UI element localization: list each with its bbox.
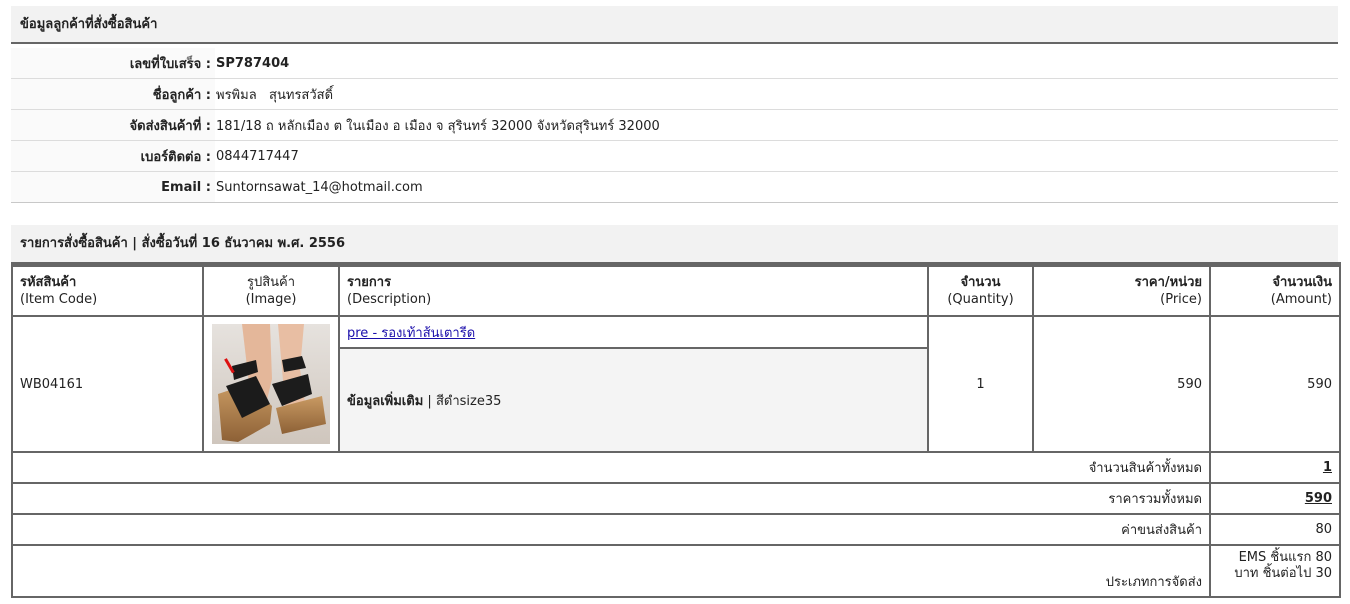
customer-name-row: ชื่อลูกค้า : พรพิมล สุนทรสวัสดิ์	[11, 78, 1338, 110]
total-price-row: ราคารวมทั้งหมด 590	[11, 482, 1341, 515]
customer-name-label: ชื่อลูกค้า :	[11, 78, 215, 110]
customer-info-table: เลขที่ใบเสร็จ : SP787404 ชื่อลูกค้า : พร…	[11, 48, 1338, 203]
shipping-type-row: ประเภทการจัดส่ง EMS ชิ้นแรก 80 บาท ชิ้นต…	[11, 544, 1341, 598]
col-quantity: จำนวน (Quantity)	[927, 263, 1034, 317]
col-amount: จำนวนเงิน (Amount)	[1209, 263, 1341, 317]
item-quantity: 1	[927, 315, 1034, 453]
item-code: WB04161	[11, 315, 204, 453]
col-price: ราคา/หน่วย (Price)	[1032, 263, 1211, 317]
total-price-label: ราคารวมทั้งหมด	[11, 482, 1211, 515]
total-items-value: 1	[1209, 451, 1341, 484]
extra-info-sep: |	[427, 393, 432, 409]
shipping-cost-row: ค่าขนส่งสินค้า 80	[11, 513, 1341, 546]
shipping-type-line2: บาท ชิ้นต่อไป 30	[1234, 566, 1332, 581]
shoe-photo-icon[interactable]	[212, 324, 330, 444]
shipping-address: 181/18 ถ หลักเมือง ต ในเมือง อ เมือง จ ส…	[215, 109, 1338, 141]
total-items-label: จำนวนสินค้าทั้งหมด	[11, 451, 1211, 484]
receipt-label: เลขที่ใบเสร็จ :	[11, 48, 215, 79]
item-name-cell: pre - รองเท้าส้นเตารีด	[338, 315, 929, 349]
customer-info-title: ข้อมูลลูกค้าที่สั่งซื้อสินค้า	[11, 6, 1338, 44]
order-table: รหัสสินค้า (Item Code) รูปสินค้า (Image) ร…	[11, 262, 1341, 598]
total-price-value: 590	[1209, 482, 1341, 515]
col-description: รายการ (Description)	[338, 263, 929, 317]
shipping-type-label: ประเภทการจัดส่ง	[11, 544, 1211, 598]
item-price: 590	[1032, 315, 1211, 453]
item-name-link[interactable]: pre - รองเท้าส้นเตารีด	[347, 326, 475, 341]
item-extra-info: ข้อมูลเพิ่มเติม | สีดำsize35	[338, 347, 929, 453]
shipping-type-line1: EMS ชิ้นแรก 80	[1238, 550, 1332, 565]
address-label: จัดส่งสินค้าที่ :	[11, 109, 215, 141]
total-items-row: จำนวนสินค้าทั้งหมด 1	[11, 451, 1341, 484]
shipping-cost-label: ค่าขนส่งสินค้า	[11, 513, 1211, 546]
email-label: Email :	[11, 171, 215, 203]
customer-name: พรพิมล สุนทรสวัสดิ์	[215, 78, 1338, 110]
order-list-title: รายการสั่งซื้อสินค้า | สั่งซื้อวันที่ 16…	[11, 225, 1338, 262]
order-header-row: รหัสสินค้า (Item Code) รูปสินค้า (Image) ร…	[11, 263, 1341, 317]
email-row: Email : Suntornsawat_14@hotmail.com	[11, 171, 1338, 203]
item-image-cell	[202, 315, 340, 453]
extra-info-value: สีดำsize35	[435, 393, 502, 409]
extra-info-label: ข้อมูลเพิ่มเติม	[347, 393, 424, 409]
shipping-type-value: EMS ชิ้นแรก 80 บาท ชิ้นต่อไป 30	[1209, 544, 1341, 598]
receipt-row: เลขที่ใบเสร็จ : SP787404	[11, 48, 1338, 79]
phone-number: 0844717447	[215, 140, 1338, 172]
item-amount: 590	[1209, 315, 1341, 453]
address-row: จัดส่งสินค้าที่ : 181/18 ถ หลักเมือง ต ใ…	[11, 109, 1338, 141]
col-image: รูปสินค้า (Image)	[202, 263, 340, 317]
email-address: Suntornsawat_14@hotmail.com	[215, 171, 1338, 203]
phone-row: เบอร์ติดต่อ : 0844717447	[11, 140, 1338, 172]
receipt-number: SP787404	[215, 48, 1338, 79]
col-item-code: รหัสสินค้า (Item Code)	[11, 263, 204, 317]
shipping-cost-value: 80	[1209, 513, 1341, 546]
phone-label: เบอร์ติดต่อ :	[11, 140, 215, 172]
table-row: WB04161 pre - รองเท้าส้นเตารีด 1 590 590	[11, 315, 1341, 453]
